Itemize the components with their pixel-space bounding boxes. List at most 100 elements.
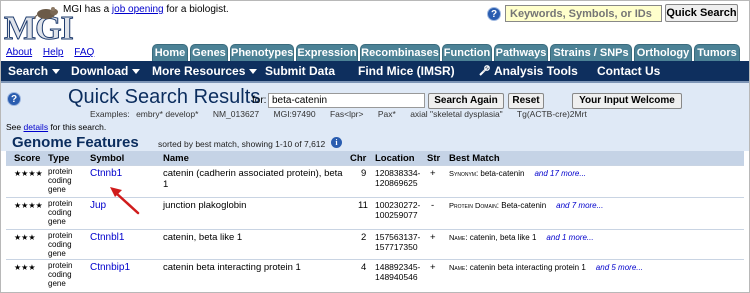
job-opening-link[interactable]: job opening bbox=[112, 4, 164, 15]
help-icon[interactable]: ? bbox=[487, 7, 501, 21]
column-header-type[interactable]: Type bbox=[48, 153, 69, 164]
example-item: Fas<lpr> bbox=[329, 109, 364, 119]
tab-expression[interactable]: Expression bbox=[296, 44, 358, 61]
your-input-welcome-button[interactable]: Your Input Welcome bbox=[572, 93, 682, 109]
score-stars: ★★★★ bbox=[14, 169, 43, 178]
best-match: Synonym: beta-catenin and 17 more... bbox=[449, 168, 586, 179]
help-icon[interactable]: ? bbox=[7, 92, 21, 106]
best-match: Protein Domain: Beta-catenin and 7 more..… bbox=[449, 200, 603, 211]
more-link[interactable]: and 5 more... bbox=[596, 263, 643, 272]
quick-search-input[interactable] bbox=[505, 5, 662, 22]
nav-analysis-tools-label: Analysis Tools bbox=[494, 64, 578, 78]
about-link[interactable]: About bbox=[6, 47, 32, 58]
feature-type: protein coding gene bbox=[48, 199, 73, 226]
match-value: : catenin beta interacting protein 1 bbox=[465, 263, 586, 272]
mgi-logo[interactable]: MGI bbox=[4, 6, 74, 48]
nav-download-menu[interactable]: Download bbox=[71, 61, 141, 81]
nav-search-label: Search bbox=[8, 64, 49, 78]
chromosome: 4 bbox=[361, 262, 367, 273]
nav-download-label: Download bbox=[71, 64, 129, 78]
nav-search-menu[interactable]: Search bbox=[8, 61, 61, 81]
match-key: Protein Domain bbox=[449, 201, 497, 210]
more-link[interactable]: and 7 more... bbox=[556, 201, 603, 210]
column-header-score[interactable]: Score bbox=[14, 153, 40, 164]
example-item: Pax* bbox=[377, 109, 396, 119]
quick-search-button[interactable]: Quick Search bbox=[665, 4, 738, 22]
search-again-button[interactable]: Search Again bbox=[428, 93, 504, 109]
column-header-symbol[interactable]: Symbol bbox=[90, 153, 124, 164]
feature-name: catenin, beta like 1 bbox=[163, 232, 243, 243]
column-header-best-match[interactable]: Best Match bbox=[449, 153, 500, 164]
best-match: Name: catenin, beta like 1 and 1 more... bbox=[449, 232, 594, 243]
feature-type: protein coding gene bbox=[48, 231, 73, 258]
nav-more-resources-menu[interactable]: More Resources bbox=[152, 61, 258, 81]
example-item: Tg(ACTB-cre)2Mrt bbox=[516, 109, 587, 119]
tab-home[interactable]: Home bbox=[152, 44, 188, 61]
tab-recombinases[interactable]: Recombinases bbox=[360, 44, 440, 61]
column-header-location[interactable]: Location bbox=[375, 153, 415, 164]
tagline-suffix: for a biologist. bbox=[163, 4, 229, 15]
details-prefix: See bbox=[6, 122, 24, 132]
example-item: MGI:97490 bbox=[273, 109, 316, 119]
chromosome: 2 bbox=[361, 232, 367, 243]
column-header-name[interactable]: Name bbox=[163, 153, 189, 164]
nav-more-resources-label: More Resources bbox=[152, 64, 246, 78]
chevron-down-icon bbox=[52, 69, 61, 75]
score-stars: ★★★ bbox=[14, 233, 36, 242]
query-input[interactable]: beta-catenin bbox=[268, 93, 425, 108]
tab-function[interactable]: Function bbox=[442, 44, 492, 61]
top-links: About Help FAQ bbox=[6, 47, 102, 58]
score-stars: ★★★★ bbox=[14, 201, 43, 210]
nav-contact-us[interactable]: Contact Us bbox=[597, 61, 660, 81]
symbol-link[interactable]: Ctnnb1 bbox=[90, 168, 122, 179]
location: 100230272-100259077 bbox=[375, 200, 421, 220]
tab-pathways[interactable]: Pathways bbox=[494, 44, 548, 61]
nav-find-mice[interactable]: Find Mice (IMSR) bbox=[358, 61, 455, 81]
column-header-strand[interactable]: Str bbox=[427, 153, 440, 164]
column-header-chr[interactable]: Chr bbox=[350, 153, 366, 164]
location: 157563137-157717350 bbox=[375, 232, 421, 252]
details-suffix: for this search. bbox=[48, 122, 107, 132]
examples-label: Examples: bbox=[90, 109, 130, 119]
match-value: : beta-catenin bbox=[475, 169, 525, 178]
info-icon[interactable]: i bbox=[331, 137, 342, 148]
feature-type: protein coding gene bbox=[48, 167, 73, 194]
location: 120838334-120869625 bbox=[375, 168, 421, 188]
strand: + bbox=[430, 262, 436, 273]
search-details-note: See details for this search. bbox=[6, 122, 106, 132]
match-key: Name bbox=[449, 263, 466, 272]
more-link[interactable]: and 1 more... bbox=[546, 233, 593, 242]
example-item: NM_013627 bbox=[212, 109, 260, 119]
tab-tumors[interactable]: Tumors bbox=[694, 44, 740, 61]
details-link[interactable]: details bbox=[24, 122, 49, 132]
chromosome: 11 bbox=[358, 200, 368, 211]
symbol-link[interactable]: Ctnnbl1 bbox=[90, 232, 124, 243]
chromosome: 9 bbox=[361, 168, 367, 179]
tab-phenotypes[interactable]: Phenotypes bbox=[230, 44, 294, 61]
chevron-down-icon bbox=[132, 69, 141, 75]
match-key: Name bbox=[449, 233, 466, 242]
score-stars: ★★★ bbox=[14, 263, 36, 272]
match-value: : catenin, beta like 1 bbox=[465, 233, 537, 242]
match-value: : Beta-catenin bbox=[496, 201, 547, 210]
feature-name: catenin (cadherin associated protein), b… bbox=[163, 168, 343, 190]
help-link[interactable]: Help bbox=[43, 47, 64, 58]
symbol-link[interactable]: Jup bbox=[90, 200, 106, 211]
feature-name: catenin beta interacting protein 1 bbox=[163, 262, 301, 273]
tab-strains-snps[interactable]: Strains / SNPs bbox=[550, 44, 632, 61]
for-label: for: bbox=[252, 95, 267, 106]
faq-link[interactable]: FAQ bbox=[74, 47, 94, 58]
tab-genes[interactable]: Genes bbox=[190, 44, 228, 61]
strand: - bbox=[431, 200, 435, 211]
best-match: Name: catenin beta interacting protein 1… bbox=[449, 262, 643, 273]
feature-type: protein coding gene bbox=[48, 261, 73, 288]
mouse-icon bbox=[34, 7, 58, 20]
reset-button[interactable]: Reset bbox=[508, 93, 544, 109]
job-tagline: MGI has a job opening for a biologist. bbox=[63, 4, 229, 15]
symbol-link[interactable]: Ctnnbip1 bbox=[90, 262, 130, 273]
nav-submit-data[interactable]: Submit Data bbox=[265, 61, 335, 81]
more-link[interactable]: and 17 more... bbox=[534, 169, 586, 178]
strand: + bbox=[430, 168, 436, 179]
nav-analysis-tools[interactable]: Analysis Tools bbox=[478, 61, 578, 81]
tab-orthology[interactable]: Orthology bbox=[634, 44, 692, 61]
